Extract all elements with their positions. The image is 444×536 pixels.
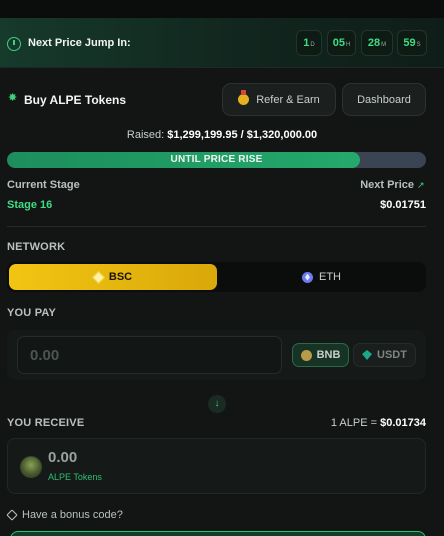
receive-box: 0.00 ALPE Tokens <box>7 438 426 494</box>
usdt-icon <box>362 350 373 360</box>
timer-seconds-unit: S <box>416 42 421 48</box>
token-option-usdt-label: USDT <box>377 349 407 361</box>
pay-box: 0.00 BNB USDT <box>7 330 426 380</box>
bsc-icon <box>92 270 105 284</box>
bonus-code-link[interactable]: Have a bonus code? <box>6 509 123 521</box>
raised-amount: $1,299,199.95 / $1,320,000.00 <box>167 129 318 141</box>
tag-icon <box>6 509 18 521</box>
token-option-usdt[interactable]: USDT <box>353 343 416 367</box>
timer-seconds: 59 S <box>397 30 427 56</box>
timer-days-unit: D <box>310 42 315 48</box>
token-option-bnb-label: BNB <box>316 349 341 361</box>
network-option-eth-label: ETH <box>319 271 341 283</box>
current-stage-label: Current Stage <box>7 179 80 191</box>
raised-text: Raised: $1,299,199.95 / $1,320,000.00 <box>0 129 444 141</box>
refer-earn-button[interactable]: Refer & Earn <box>222 83 336 116</box>
pay-amount-input[interactable]: 0.00 <box>17 336 282 374</box>
timer-minutes: 28 M <box>361 30 393 56</box>
sale-progress-bar: UNTIL PRICE RISE <box>7 152 426 168</box>
clock-icon <box>7 37 21 51</box>
timer-hours-unit: H <box>345 42 351 48</box>
dashboard-label: Dashboard <box>357 93 411 106</box>
timer-hours: 05 H <box>327 30 356 56</box>
timer-seconds-value: 59 <box>403 37 416 49</box>
raised-prefix: Raised: <box>126 129 165 141</box>
receive-token-name: ALPE Tokens <box>48 472 102 482</box>
timer-days-value: 1 <box>303 37 310 49</box>
refer-earn-label: Refer & Earn <box>256 93 320 106</box>
price-jump-label: Next Price Jump In: <box>28 37 131 49</box>
network-toggle: BSC ETH <box>7 262 426 292</box>
next-price-value: $0.01751 <box>380 199 426 211</box>
medal-icon <box>238 90 250 105</box>
token-option-bnb[interactable]: BNB <box>292 343 349 367</box>
timer-minutes-value: 28 <box>367 37 381 49</box>
top-strip <box>0 0 444 18</box>
timer-hours-value: 05 <box>332 37 345 49</box>
network-option-bsc[interactable]: BSC <box>9 264 217 290</box>
trend-up-icon: ↗ <box>417 180 425 190</box>
timer-days: 1D <box>296 30 322 56</box>
dashboard-button[interactable]: Dashboard <box>342 83 426 116</box>
divider <box>7 226 426 227</box>
arrow-down-icon: ↓ <box>208 395 226 413</box>
current-stage-value: Stage 16 <box>7 199 53 211</box>
timer-minutes-unit: M <box>381 42 387 48</box>
network-label: NETWORK <box>7 241 66 253</box>
you-pay-label: YOU PAY <box>7 307 57 319</box>
rate-prefix: 1 ALPE = <box>330 417 378 429</box>
sparkle-icon: ✸ <box>8 92 18 104</box>
network-option-bsc-label: BSC <box>108 271 133 283</box>
alpe-token-icon <box>20 456 42 478</box>
bnb-icon <box>300 349 312 361</box>
network-option-eth[interactable]: ETH <box>219 264 424 290</box>
receive-amount: 0.00 <box>48 449 78 466</box>
eth-icon <box>302 271 313 283</box>
buy-button[interactable] <box>10 531 426 536</box>
rate-value: $0.01734 <box>380 417 426 429</box>
next-price-label: Next Price <box>360 179 414 191</box>
progress-label: UNTIL PRICE RISE <box>170 154 263 165</box>
price-jump-bar: Next Price Jump In: 1D 05 H 28 M 59 S <box>0 18 444 68</box>
bonus-code-label: Have a bonus code? <box>22 509 123 521</box>
exchange-rate: 1 ALPE = $0.01734 <box>331 417 426 429</box>
you-receive-label: YOU RECEIVE <box>7 417 85 429</box>
buy-title: Buy ALPE Tokens <box>24 93 127 107</box>
